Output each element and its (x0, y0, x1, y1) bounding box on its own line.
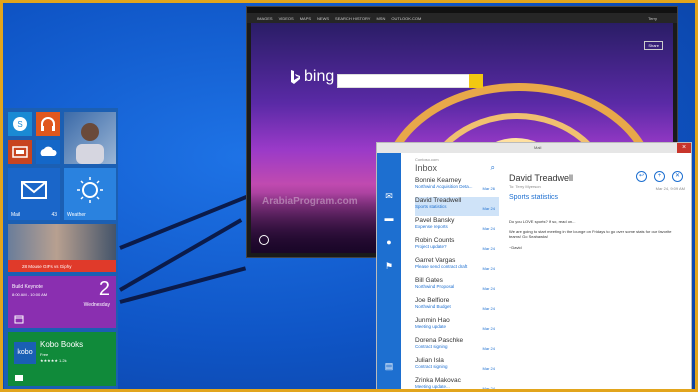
calendar-day: 2 (98, 278, 110, 300)
mail-nav-rail: ✉ ▬ ● ⚑ ▤ (377, 153, 401, 389)
nav-news[interactable]: NEWS (317, 16, 329, 21)
person-photo (76, 123, 104, 164)
bing-search-input[interactable] (337, 74, 483, 88)
calendar-weekday: Wednesday (83, 302, 110, 308)
svg-text:S: S (17, 120, 22, 129)
message-item[interactable]: Pavel Bansky Expense reports Mar 24 (415, 217, 499, 236)
mail-tile-label: Mail (11, 212, 21, 218)
bing-nav-bar: IMAGES VIDEOS MAPS NEWS SEARCH HISTORY M… (247, 13, 677, 23)
mail-window-title: Mail (534, 145, 542, 150)
message-item[interactable]: Bonnie Kearney Northwind Acquisition Deta… (415, 177, 499, 196)
message-item[interactable]: Junmin Hao Meeting update Mar 24 (415, 317, 499, 336)
delete-icon[interactable]: ✕ (672, 171, 683, 182)
folder-title: Inbox (415, 163, 438, 173)
wallpaper-line (119, 218, 243, 292)
people-icon[interactable]: ● (383, 237, 395, 247)
wallpaper-line (119, 193, 251, 250)
store-tile[interactable]: kobo Kobo Books Free ★★★★★ 1.2k (8, 332, 116, 386)
nav-search-history[interactable]: SEARCH HISTORY (335, 16, 370, 21)
folder-icon[interactable]: ▬ (383, 213, 395, 223)
store-app-price: Free (40, 352, 49, 357)
kobo-logo: kobo (14, 342, 36, 364)
nav-maps[interactable]: MAPS (300, 16, 311, 21)
user-name[interactable]: Terry (648, 16, 657, 21)
nav-outlook[interactable]: OUTLOOK.COM (391, 16, 421, 21)
store-icon (15, 375, 23, 381)
photo-icon (12, 146, 28, 158)
people-tile[interactable] (64, 112, 116, 164)
account-name: Contoso.com (415, 157, 439, 162)
mail-tile-count: 43 (51, 212, 57, 218)
photo-tile[interactable] (8, 140, 32, 164)
store-app-rating: ★★★★★ 1.2k (40, 358, 67, 363)
message-item[interactable]: Julian Isla Contract signing Mar 24 (415, 357, 499, 376)
message-item[interactable]: Zrinka Makovac Meeting update... Mar 24 (415, 377, 499, 392)
screenshot-frame: S Mail 43 Weather 28 Mouse GIFs vs Giphy (0, 0, 698, 392)
mail-tile[interactable]: Mail 43 (8, 168, 60, 220)
mail-window: Mail × ✉ ▬ ● ⚑ ▤ Contoso.com Inbox ⌕ Bon… (376, 142, 692, 392)
store-app-title: Kobo Books (40, 340, 84, 349)
start-menu: S Mail 43 Weather 28 Mouse GIFs vs Giphy (4, 108, 118, 390)
message-date: Mar 24, 9:09 AM (655, 186, 685, 191)
bing-search-button[interactable] (469, 74, 483, 88)
message-item[interactable]: Robin Counts Project update? Mar 24 (415, 237, 499, 256)
search-icon[interactable]: ⌕ (491, 163, 495, 173)
respond-icon[interactable]: ↩ (636, 171, 647, 182)
info-icon[interactable] (259, 235, 269, 245)
nav-videos[interactable]: VIDEOS (279, 16, 294, 21)
flag-icon[interactable]: ⚑ (383, 261, 395, 271)
message-body-line2: We are going to start meeting in the lou… (509, 229, 672, 239)
message-list: Contoso.com Inbox ⌕ Bonnie Kearney Northw… (401, 153, 501, 392)
weather-tile[interactable]: Weather (64, 168, 116, 220)
cloud-icon (40, 146, 57, 156)
news-tile[interactable]: 28 Mouse GIFs vs Giphy (8, 224, 116, 272)
message-item-selected[interactable]: David Treadwell Sports statistics Mar 24 (415, 197, 499, 216)
calendar-icon (14, 315, 24, 324)
watermark: ArabiaProgram.com (262, 196, 358, 207)
recipient: To: Terry Myerson (509, 184, 541, 189)
onedrive-tile[interactable] (36, 140, 60, 164)
headphones-icon (41, 117, 55, 131)
bing-wordmark: bing (304, 68, 335, 85)
archive-icon[interactable]: ▤ (383, 361, 395, 371)
skype-tile[interactable]: S (8, 112, 32, 136)
share-button[interactable]: Share (644, 41, 663, 50)
music-tile[interactable] (36, 112, 60, 136)
calendar-event-time: 8:00 AM - 10:00 AM (12, 292, 48, 297)
calendar-event-title: Build Keynote (12, 284, 43, 290)
weather-tile-label: Weather (67, 212, 86, 218)
mail-icon[interactable]: ✉ (383, 191, 395, 201)
bing-b-icon (291, 70, 300, 84)
reading-pane: David Treadwell To: Terry Myerson Mar 24… (501, 153, 691, 389)
wallpaper-line (119, 266, 247, 304)
calendar-tile[interactable]: Build Keynote 8:00 AM - 10:00 AM 2 Wedne… (8, 276, 116, 328)
skype-icon: S (13, 117, 27, 131)
message-subject: Sports statistics (509, 194, 559, 201)
news-headline: 28 Mouse GIFs vs Giphy (22, 264, 72, 269)
new-mail-icon[interactable]: + (654, 171, 665, 182)
message-signature: ~David (509, 245, 522, 250)
nav-msn[interactable]: MSN (376, 16, 385, 21)
sender-name: David Treadwell (509, 173, 574, 183)
message-item[interactable]: Garret Vargas Please send contract draft M… (415, 257, 499, 276)
message-item[interactable]: Joe Belfiore Northwind Budget Mar 24 (415, 297, 499, 316)
nav-images[interactable]: IMAGES (257, 16, 273, 21)
close-icon[interactable]: × (677, 143, 691, 153)
message-item[interactable]: Dorena Paschke Contract signing Mar 24 (415, 337, 499, 356)
mail-titlebar: Mail × (377, 143, 691, 153)
bing-logo: bing (289, 68, 334, 86)
message-body-line1: Do you LOVE sports? If so, read on... (509, 219, 576, 224)
message-item[interactable]: Bill Gates Northwind Proposal Mar 24 (415, 277, 499, 296)
